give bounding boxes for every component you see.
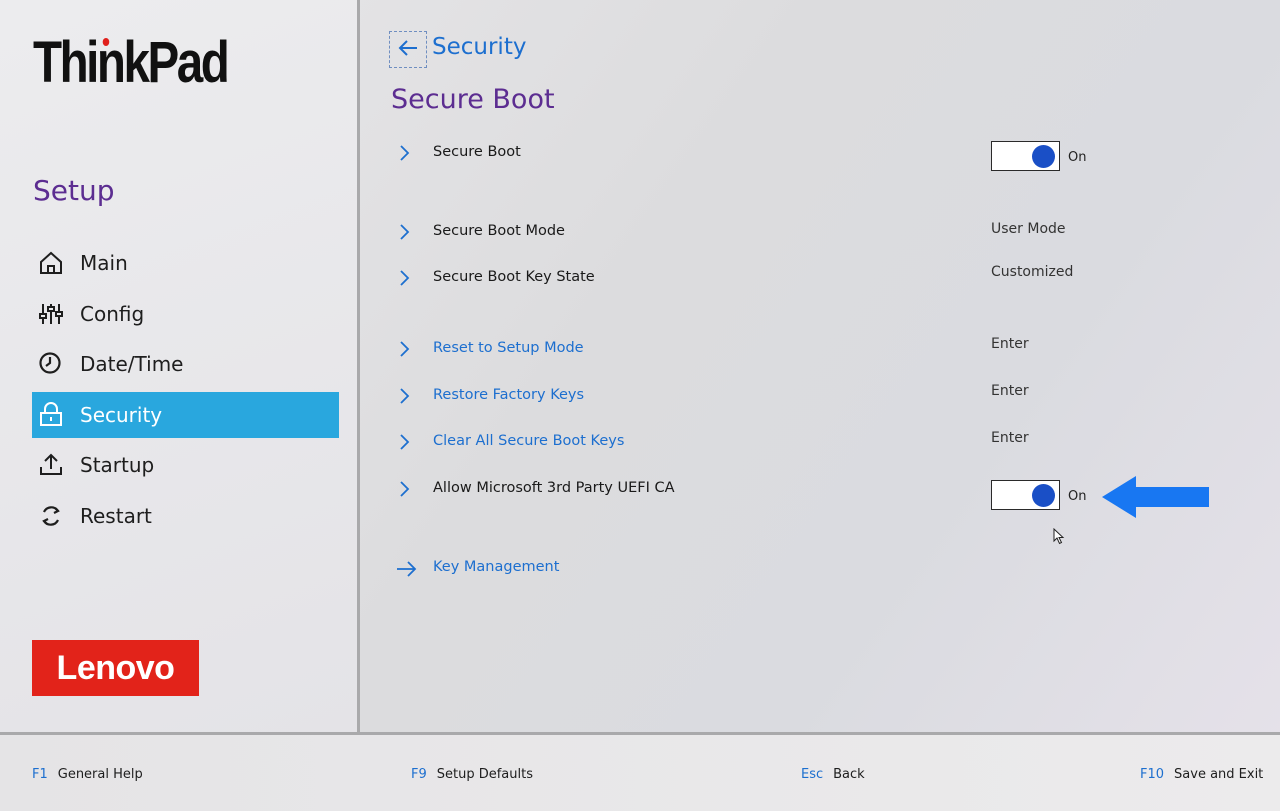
sidebar-item-label: Config	[80, 301, 145, 326]
footer-action: Save and Exit	[1174, 767, 1264, 782]
sidebar-item-label: Startup	[80, 453, 155, 478]
setting-secure-boot-key-state[interactable]: Secure Boot Key State Customized	[396, 264, 1266, 294]
chevron-right-icon	[396, 143, 414, 167]
footer-key: F1	[32, 767, 48, 782]
sidebar-title: Setup	[33, 174, 115, 207]
setting-restore-factory-keys[interactable]: Restore Factory Keys Enter	[396, 382, 1266, 412]
thinkpad-logo: ThinkPad	[33, 30, 230, 95]
setting-label: Key Management	[433, 559, 560, 575]
sidebar-item-restart[interactable]: Restart	[32, 493, 339, 539]
breadcrumb[interactable]: Security	[432, 34, 526, 60]
vertical-divider	[357, 0, 360, 732]
setting-secure-boot-mode[interactable]: Secure Boot Mode User Mode	[396, 218, 1266, 248]
footer-back[interactable]: Esc Back	[801, 767, 865, 782]
sliders-icon	[38, 301, 74, 327]
sidebar-item-config[interactable]: Config	[32, 291, 339, 337]
sidebar-item-datetime[interactable]: Date/Time	[32, 341, 339, 387]
footer-key: F9	[411, 767, 427, 782]
uefi-ca-toggle[interactable]	[991, 480, 1060, 510]
sidebar-item-label: Restart	[80, 503, 152, 528]
sidebar-nav: Main Config Date/Time Security Startup R…	[32, 240, 339, 544]
chevron-right-icon	[396, 432, 414, 456]
setting-label: Allow Microsoft 3rd Party UEFI CA	[433, 480, 675, 496]
setting-clear-all-secure-boot-keys[interactable]: Clear All Secure Boot Keys Enter	[396, 428, 1266, 458]
arrow-right-icon	[396, 559, 418, 583]
footer-save-and-exit[interactable]: F10 Save and Exit	[1140, 767, 1263, 782]
chevron-right-icon	[396, 386, 414, 410]
toggle-knob	[1032, 144, 1055, 168]
clock-icon	[38, 351, 74, 377]
toggle-knob	[1032, 483, 1055, 507]
setting-key-management[interactable]: Key Management	[396, 554, 1266, 584]
setting-label: Clear All Secure Boot Keys	[433, 433, 625, 449]
setting-secure-boot[interactable]: Secure Boot	[396, 139, 1266, 169]
sidebar-item-label: Main	[80, 251, 128, 275]
chevron-right-icon	[396, 268, 414, 292]
setting-label: Restore Factory Keys	[433, 387, 585, 403]
footer-action: Back	[833, 767, 865, 782]
upload-icon	[38, 452, 74, 478]
back-arrow-icon	[397, 37, 419, 63]
setting-value: Enter	[991, 336, 1029, 352]
sidebar: ThinkPad Setup Main Config Date/Time Sec…	[0, 0, 357, 732]
sidebar-item-label: Security	[80, 402, 163, 427]
annotation-arrow-icon	[1102, 476, 1209, 518]
thinkpad-logo-dot	[102, 38, 110, 46]
setting-value: Customized	[991, 264, 1074, 280]
toggle-state: On	[1068, 150, 1087, 165]
lock-icon	[38, 401, 74, 428]
chevron-right-icon	[396, 222, 414, 246]
setting-value: Enter	[991, 383, 1029, 399]
page-title: Secure Boot	[391, 84, 555, 115]
mouse-pointer-icon	[1053, 528, 1065, 545]
setting-label: Reset to Setup Mode	[433, 340, 584, 356]
sidebar-item-main[interactable]: Main	[32, 240, 339, 286]
setting-reset-to-setup-mode[interactable]: Reset to Setup Mode Enter	[396, 335, 1266, 365]
sidebar-item-security[interactable]: Security	[32, 391, 339, 438]
footer-action: Setup Defaults	[436, 767, 533, 782]
sidebar-item-startup[interactable]: Startup	[32, 442, 339, 488]
home-icon	[38, 250, 74, 276]
restart-icon	[38, 503, 74, 529]
footer-help[interactable]: F1 General Help	[32, 767, 143, 782]
setting-value: Enter	[991, 430, 1029, 446]
lenovo-logo: Lenovo	[32, 640, 199, 696]
toggle-state: On	[1068, 489, 1087, 504]
chevron-right-icon	[396, 339, 414, 363]
secure-boot-toggle[interactable]	[991, 141, 1060, 171]
footer-key: Esc	[801, 767, 824, 782]
footer-setup-defaults[interactable]: F9 Setup Defaults	[411, 767, 533, 782]
setting-label: Secure Boot	[433, 144, 521, 160]
setting-value: User Mode	[991, 221, 1066, 237]
setting-label: Secure Boot Key State	[433, 269, 595, 285]
footer: F1 General Help F9 Setup Defaults Esc Back …	[0, 735, 1280, 811]
footer-key: F10	[1140, 767, 1165, 782]
chevron-right-icon	[396, 479, 414, 503]
setting-label: Secure Boot Mode	[433, 223, 565, 239]
footer-action: General Help	[57, 767, 143, 782]
back-button[interactable]	[389, 31, 427, 68]
sidebar-item-label: Date/Time	[80, 352, 184, 377]
